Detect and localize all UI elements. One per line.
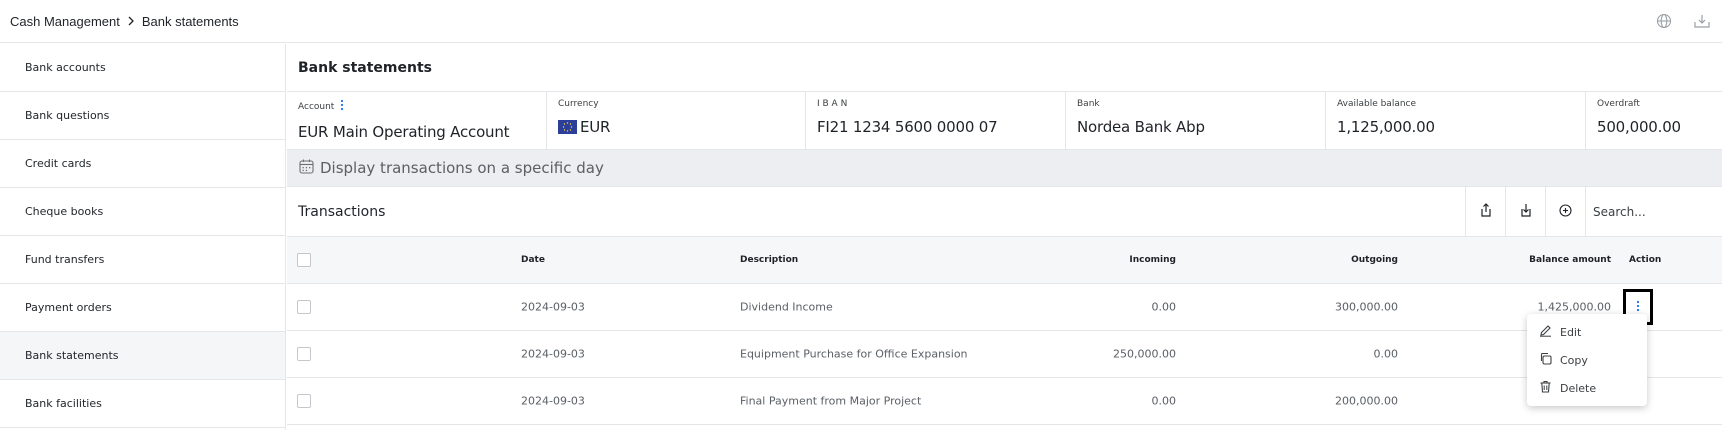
download-icon — [1519, 203, 1533, 220]
globe-icon[interactable] — [1652, 9, 1676, 33]
sidebar-item-cheque-books[interactable]: Cheque books — [0, 188, 285, 236]
add-button[interactable] — [1545, 186, 1585, 237]
kebab-icon — [1636, 300, 1640, 315]
sidebar-item-bank-facilities[interactable]: Bank facilities — [0, 380, 285, 428]
bank-value: Nordea Bank Abp — [1077, 118, 1205, 136]
upload-icon — [1479, 203, 1493, 220]
breadcrumb-root[interactable]: Cash Management — [10, 14, 120, 29]
menu-item-copy-label: Copy — [1560, 353, 1588, 367]
bank-label: Bank — [1077, 99, 1100, 109]
bank-cell: Bank Nordea Bank Abp — [1066, 92, 1326, 149]
column-action: Action — [1629, 255, 1662, 265]
row-date: 2024-09-03 — [521, 300, 585, 314]
copy-icon — [1539, 352, 1552, 368]
currency-cell: Currency EUR — [547, 92, 806, 149]
overdraft-label: Overdraft — [1597, 99, 1640, 109]
sidebar-item-payment-orders[interactable]: Payment orders — [0, 284, 285, 332]
sidebar-item-credit-cards[interactable]: Credit cards — [0, 140, 285, 188]
row-incoming: 250,000.00 — [1113, 347, 1176, 361]
search-input[interactable] — [1593, 204, 1721, 219]
account-value: EUR Main Operating Account — [298, 123, 510, 141]
menu-item-delete-label: Delete — [1560, 381, 1597, 395]
overdraft-cell: Overdraft 500,000.00 — [1586, 92, 1722, 149]
table-row: 2024-09-03 Dividend Income 0.00 300,000.… — [287, 284, 1722, 331]
menu-item-delete[interactable]: Delete — [1527, 374, 1647, 402]
currency-label: Currency — [558, 99, 599, 109]
column-incoming[interactable]: Incoming — [1129, 255, 1176, 265]
row-outgoing: 300,000.00 — [1335, 300, 1398, 314]
menu-item-copy[interactable]: Copy — [1527, 346, 1647, 374]
day-filter-label: Display transactions on a specific day — [320, 159, 604, 177]
table-row: 2024-09-03 Final Payment from Major Proj… — [287, 378, 1722, 425]
available-balance-value: 1,125,000.00 — [1337, 118, 1435, 136]
share-upload-button[interactable] — [1465, 186, 1505, 237]
row-balance: 1,425,000.00 — [1537, 300, 1611, 314]
top-bar: Cash Management Bank statements — [0, 0, 1722, 43]
transactions-title: Transactions — [298, 203, 386, 220]
currency-value: EUR — [580, 118, 611, 136]
eu-flag-icon — [558, 120, 577, 134]
download-tray-icon[interactable] — [1690, 9, 1714, 33]
main-content: Bank statements Account EUR Main Operati… — [287, 44, 1722, 430]
row-date: 2024-09-03 — [521, 394, 585, 408]
iban-value: FI21 1234 5600 0000 07 — [817, 118, 998, 136]
menu-item-edit[interactable]: Edit — [1527, 318, 1647, 346]
account-cell: Account EUR Main Operating Account — [287, 92, 547, 149]
row-checkbox[interactable] — [297, 347, 311, 361]
sidebar-item-fund-transfers[interactable]: Fund transfers — [0, 236, 285, 284]
plus-circle-icon — [1559, 203, 1572, 220]
available-balance-label: Available balance — [1337, 99, 1417, 109]
sidebar: Bank accounts Bank questions Credit card… — [0, 44, 286, 430]
account-menu-icon[interactable] — [340, 99, 344, 114]
overdraft-value: 500,000.00 — [1597, 118, 1681, 136]
account-label: Account — [298, 101, 335, 112]
calendar-icon — [299, 159, 314, 178]
search-box — [1585, 186, 1722, 237]
transactions-header: Transactions — [287, 186, 1722, 237]
account-info-row: Account EUR Main Operating Account Curre… — [287, 92, 1722, 150]
table-header-row: Date Description Incoming Outgoing Balan… — [287, 237, 1722, 284]
menu-item-edit-label: Edit — [1560, 325, 1582, 339]
row-description: Equipment Purchase for Office Expansion — [740, 347, 968, 361]
row-incoming: 0.00 — [1151, 300, 1177, 314]
iban-label: I B A N — [817, 99, 848, 109]
row-outgoing: 0.00 — [1373, 347, 1399, 361]
breadcrumb-current: Bank statements — [141, 13, 239, 29]
row-description: Final Payment from Major Project — [740, 394, 922, 408]
edit-icon — [1539, 324, 1552, 340]
chevron-right-icon — [124, 14, 138, 28]
select-all-checkbox[interactable] — [297, 253, 311, 267]
row-date: 2024-09-03 — [521, 347, 585, 361]
row-checkbox[interactable] — [297, 394, 311, 408]
column-date[interactable]: Date — [521, 255, 545, 265]
column-description[interactable]: Description — [740, 255, 798, 265]
trash-icon — [1539, 380, 1552, 396]
column-outgoing[interactable]: Outgoing — [1351, 255, 1398, 265]
row-outgoing: 200,000.00 — [1335, 394, 1398, 408]
row-incoming: 0.00 — [1151, 394, 1177, 408]
sidebar-item-bank-questions[interactable]: Bank questions — [0, 92, 285, 140]
sidebar-item-bank-statements[interactable]: Bank statements — [0, 332, 285, 380]
row-description: Dividend Income — [740, 300, 833, 314]
row-action-menu: Edit Copy Delete — [1527, 314, 1647, 406]
table-row: 2024-09-03 Equipment Purchase for Office… — [287, 331, 1722, 378]
column-balance[interactable]: Balance amount — [1529, 255, 1611, 265]
sidebar-item-bank-accounts[interactable]: Bank accounts — [0, 44, 285, 92]
download-button[interactable] — [1505, 186, 1545, 237]
day-filter-button[interactable]: Display transactions on a specific day — [287, 150, 1722, 187]
breadcrumb: Cash Management Bank statements — [0, 14, 239, 29]
iban-cell: I B A N FI21 1234 5600 0000 07 — [806, 92, 1066, 149]
row-checkbox[interactable] — [297, 300, 311, 314]
available-balance-cell: Available balance 1,125,000.00 — [1326, 92, 1586, 149]
page-title: Bank statements — [287, 44, 1722, 92]
